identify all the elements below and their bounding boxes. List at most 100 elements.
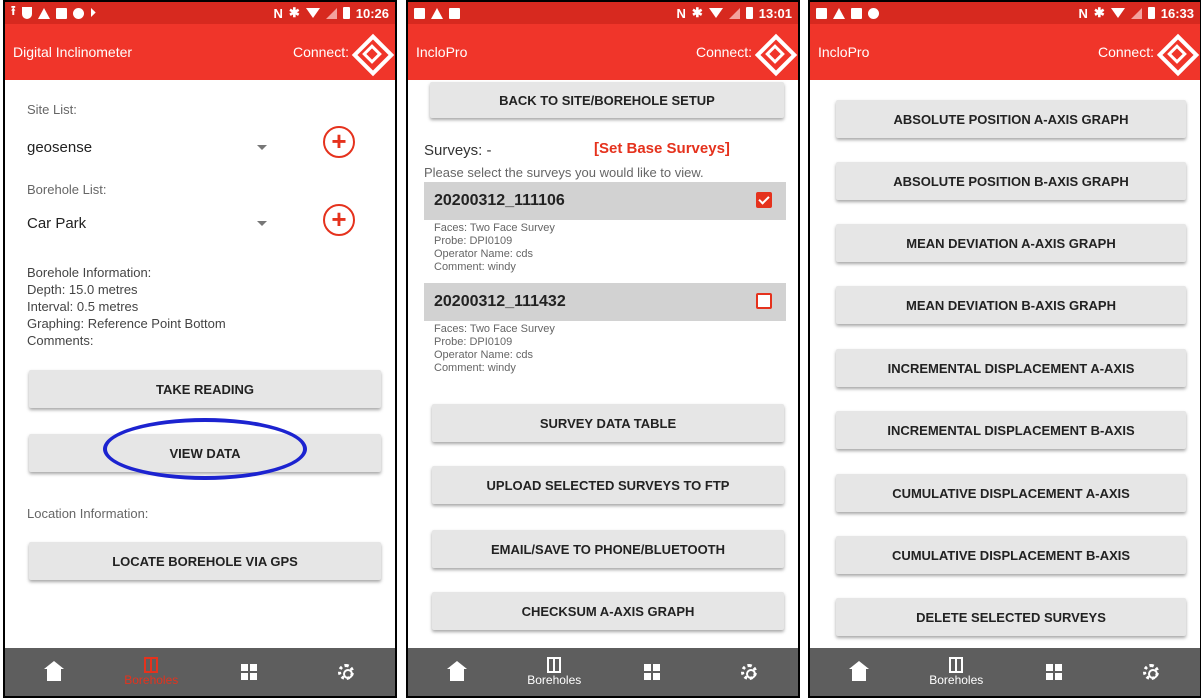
gear-icon bbox=[741, 664, 758, 680]
shield-icon bbox=[21, 7, 32, 19]
survey-item-header[interactable]: 20200312_111432 bbox=[424, 283, 786, 321]
connect-label: Connect: bbox=[1097, 44, 1154, 60]
nav-boreholes-label: Boreholes bbox=[929, 673, 984, 687]
image-icon bbox=[449, 7, 460, 19]
phone-screen-graph-options: N ✱ 16:33 IncloPro Connect: ABSOLUTE POS… bbox=[808, 0, 1201, 698]
survey-comment: Comment: windy bbox=[434, 261, 516, 273]
status-time: 10:26 bbox=[355, 5, 389, 21]
survey-comment: Comment: windy bbox=[434, 362, 516, 374]
nav-boreholes[interactable]: Boreholes bbox=[921, 648, 991, 696]
add-borehole-button[interactable]: + bbox=[323, 204, 355, 236]
surveys-label: Surveys: - bbox=[424, 142, 492, 159]
borehole-dropdown-value: Car Park bbox=[27, 214, 87, 232]
image-icon bbox=[816, 7, 827, 19]
borehole-dropdown[interactable]: Car Park bbox=[27, 206, 267, 240]
upload-surveys-ftp-button[interactable]: UPLOAD SELECTED SURVEYS TO FTP bbox=[432, 466, 784, 504]
incremental-displacement-b-button[interactable]: INCREMENTAL DISPLACEMENT B-AXIS bbox=[836, 411, 1186, 449]
back-to-setup-button[interactable]: BACK TO SITE/BOREHOLE SETUP bbox=[430, 82, 784, 118]
cumulative-displacement-a-button[interactable]: CUMULATIVE DISPLACEMENT A-AXIS bbox=[836, 474, 1186, 512]
absolute-position-a-graph-button[interactable]: ABSOLUTE POSITION A-AXIS GRAPH bbox=[836, 100, 1186, 138]
borehole-interval: Interval: 0.5 metres bbox=[27, 299, 139, 314]
nav-boreholes-label: Boreholes bbox=[527, 673, 582, 687]
signal-icon bbox=[325, 7, 337, 19]
nav-dashboard[interactable] bbox=[1019, 648, 1089, 696]
status-time: 13:01 bbox=[758, 5, 792, 21]
bluetooth-icon: ✱ bbox=[691, 5, 703, 20]
phone-screen-survey-list: N ✱ 13:01 IncloPro Connect: BACK TO SITE… bbox=[406, 0, 800, 698]
wifi-icon bbox=[305, 8, 320, 18]
mean-deviation-b-graph-button[interactable]: MEAN DEVIATION B-AXIS GRAPH bbox=[836, 286, 1186, 324]
borehole-depth: Depth: 15.0 metres bbox=[27, 282, 138, 297]
site-list-label: Site List: bbox=[27, 102, 77, 117]
app-bar: IncloPro Connect: bbox=[810, 24, 1200, 80]
borehole-info-heading: Borehole Information: bbox=[27, 265, 152, 280]
dashboard-icon bbox=[240, 664, 257, 680]
connect-logo-icon[interactable] bbox=[353, 35, 387, 69]
nav-settings[interactable] bbox=[1116, 648, 1186, 696]
survey-checkbox[interactable] bbox=[756, 293, 772, 309]
app-title: IncloPro bbox=[818, 44, 870, 60]
connect-logo-icon[interactable] bbox=[1158, 35, 1192, 69]
upload-icon: ⭱ bbox=[11, 3, 16, 18]
delete-selected-surveys-button[interactable]: DELETE SELECTED SURVEYS bbox=[836, 598, 1186, 636]
nfc-icon: N bbox=[273, 5, 283, 21]
survey-data-table-button[interactable]: SURVEY DATA TABLE bbox=[432, 404, 784, 442]
bottom-nav: Boreholes bbox=[5, 648, 395, 696]
image-icon bbox=[414, 7, 425, 19]
borehole-icon bbox=[144, 657, 159, 673]
nfc-icon: N bbox=[1078, 5, 1088, 21]
nav-settings[interactable] bbox=[311, 648, 381, 696]
survey-operator: Operator Name: cds bbox=[434, 248, 534, 260]
image-icon bbox=[851, 7, 862, 19]
nav-boreholes[interactable]: Boreholes bbox=[116, 648, 186, 696]
email-save-bluetooth-button[interactable]: EMAIL/SAVE TO PHONE/BLUETOOTH bbox=[432, 530, 784, 568]
battery-icon bbox=[1147, 7, 1155, 19]
mean-deviation-a-graph-button[interactable]: MEAN DEVIATION A-AXIS GRAPH bbox=[836, 224, 1186, 262]
survey-faces: Faces: Two Face Survey bbox=[434, 222, 555, 234]
nfc-icon: N bbox=[676, 5, 686, 21]
nav-dashboard[interactable] bbox=[214, 648, 284, 696]
incremental-displacement-a-button[interactable]: INCREMENTAL DISPLACEMENT A-AXIS bbox=[836, 349, 1186, 387]
circle-icon bbox=[868, 7, 879, 19]
connect-label: Connect: bbox=[695, 44, 752, 60]
set-base-surveys-link[interactable]: [Set Base Surveys] bbox=[594, 140, 730, 157]
connect-label: Connect: bbox=[292, 44, 349, 60]
connect-logo-icon[interactable] bbox=[756, 35, 790, 69]
borehole-comments: Comments: bbox=[27, 333, 94, 348]
absolute-position-b-graph-button[interactable]: ABSOLUTE POSITION B-AXIS GRAPH bbox=[836, 162, 1186, 200]
dashboard-icon bbox=[1045, 664, 1062, 680]
add-site-button[interactable]: + bbox=[323, 126, 355, 158]
locate-borehole-gps-button[interactable]: LOCATE BOREHOLE VIA GPS bbox=[29, 542, 381, 580]
nav-home[interactable] bbox=[19, 648, 89, 696]
survey-details: Faces: Two Face Survey Probe: DPI0109 Op… bbox=[434, 323, 555, 375]
warning-icon bbox=[37, 7, 50, 19]
location-info-label: Location Information: bbox=[27, 506, 149, 521]
play-icon: ⏵ bbox=[89, 5, 97, 20]
take-reading-button[interactable]: TAKE READING bbox=[29, 370, 381, 408]
nav-settings[interactable] bbox=[714, 648, 784, 696]
nav-boreholes[interactable]: Boreholes bbox=[519, 648, 589, 696]
survey-id: 20200312_111106 bbox=[434, 192, 565, 209]
site-dropdown[interactable]: geosense bbox=[27, 130, 267, 164]
signal-icon bbox=[1130, 7, 1142, 19]
status-bar: ⭱ ⏵ N ✱ 10:26 bbox=[5, 2, 395, 24]
borehole-icon bbox=[949, 657, 964, 673]
cumulative-displacement-b-button[interactable]: CUMULATIVE DISPLACEMENT B-AXIS bbox=[836, 536, 1186, 574]
image-icon bbox=[55, 7, 67, 19]
checksum-a-axis-graph-button[interactable]: CHECKSUM A-AXIS GRAPH bbox=[432, 592, 784, 630]
site-dropdown-value: geosense bbox=[27, 138, 93, 156]
warning-icon bbox=[833, 7, 845, 19]
nav-home[interactable] bbox=[824, 648, 894, 696]
status-time: 16:33 bbox=[1160, 5, 1194, 21]
borehole-list-label: Borehole List: bbox=[27, 182, 107, 197]
survey-item-header[interactable]: 20200312_111106 bbox=[424, 182, 786, 220]
app-bar: Digital Inclinometer Connect: bbox=[5, 24, 395, 80]
nav-dashboard[interactable] bbox=[617, 648, 687, 696]
survey-probe: Probe: DPI0109 bbox=[434, 235, 513, 247]
status-bar: N ✱ 13:01 bbox=[408, 2, 798, 24]
survey-checkbox[interactable] bbox=[756, 192, 772, 208]
gear-icon bbox=[1143, 664, 1160, 680]
home-icon bbox=[848, 661, 869, 681]
nav-home[interactable] bbox=[422, 648, 492, 696]
app-bar: IncloPro Connect: bbox=[408, 24, 798, 80]
